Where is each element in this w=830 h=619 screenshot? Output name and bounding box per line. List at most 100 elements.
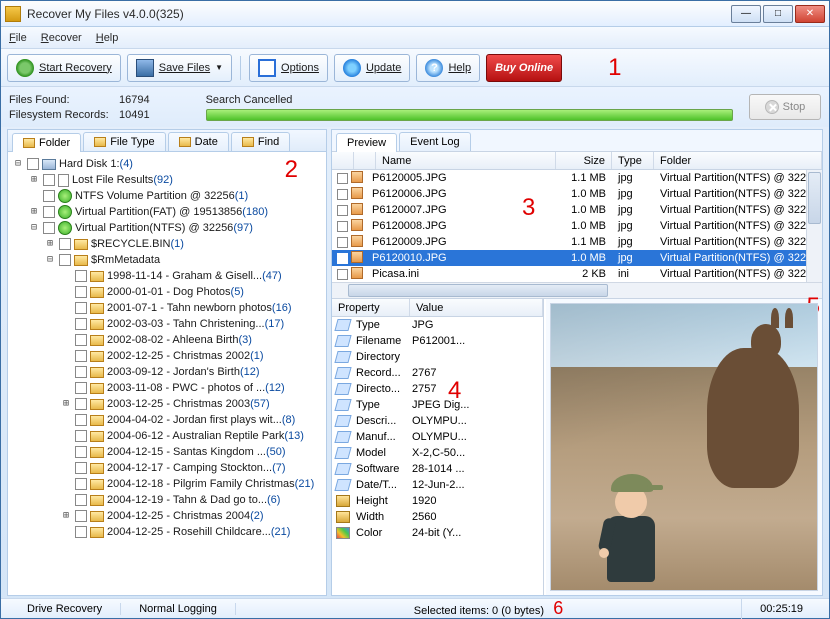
expand-toggle[interactable]: ⊟ <box>28 220 40 236</box>
col-size[interactable]: Size <box>556 152 612 169</box>
tab-file-type[interactable]: File Type <box>83 132 165 151</box>
property-row[interactable]: TypeJPG <box>332 317 543 333</box>
file-row[interactable]: P6120010.JPG1.0 MBjpgVirtual Partition(N… <box>332 250 822 266</box>
tree-row[interactable]: 2004-06-12 - Australian Reptile Park (13… <box>10 428 324 444</box>
checkbox[interactable] <box>75 286 87 298</box>
tab-event-log[interactable]: Event Log <box>399 132 471 151</box>
tree-row[interactable]: 2002-03-03 - Tahn Christening... (17) <box>10 316 324 332</box>
update-button[interactable]: Update <box>334 54 410 82</box>
horizontal-scrollbar[interactable] <box>332 282 822 298</box>
property-row[interactable]: ModelX-2,C-50... <box>332 445 543 461</box>
checkbox[interactable] <box>75 334 87 346</box>
tree-row[interactable]: 2001-07-1 - Tahn newborn photos (16) <box>10 300 324 316</box>
checkbox[interactable] <box>75 478 87 490</box>
tree-row[interactable]: 2000-01-01 - Dog Photos (5) <box>10 284 324 300</box>
buy-online-button[interactable]: Buy Online <box>486 54 562 82</box>
checkbox[interactable] <box>43 190 55 202</box>
checkbox[interactable] <box>337 237 348 248</box>
checkbox[interactable] <box>43 222 55 234</box>
checkbox[interactable] <box>337 189 348 200</box>
checkbox[interactable] <box>75 414 87 426</box>
tree-row[interactable]: ⊟Virtual Partition(NTFS) @ 32256 (97) <box>10 220 324 236</box>
tree-row[interactable]: 2004-04-02 - Jordan first plays wit... (… <box>10 412 324 428</box>
property-row[interactable]: Date/T...12-Jun-2... <box>332 477 543 493</box>
property-row[interactable]: Directo...2757 <box>332 381 543 397</box>
checkbox[interactable] <box>27 158 39 170</box>
checkbox[interactable] <box>75 446 87 458</box>
tree-row[interactable]: ⊞2003-12-25 - Christmas 2003 (57) <box>10 396 324 412</box>
scroll-thumb[interactable] <box>808 172 821 224</box>
tree-row[interactable]: ⊞$RECYCLE.BIN (1) <box>10 236 324 252</box>
tree-row[interactable]: ⊞Virtual Partition(FAT) @ 19513856 (180) <box>10 204 324 220</box>
close-button[interactable]: ✕ <box>795 5 825 23</box>
expand-toggle[interactable]: ⊞ <box>28 172 40 188</box>
expand-toggle[interactable]: ⊞ <box>60 396 72 412</box>
tab-date[interactable]: Date <box>168 132 229 151</box>
col-name[interactable]: Name <box>376 152 556 169</box>
checkbox[interactable] <box>43 174 55 186</box>
maximize-button[interactable]: □ <box>763 5 793 23</box>
scroll-thumb[interactable] <box>348 284 608 297</box>
property-row[interactable]: FilenameP612001... <box>332 333 543 349</box>
tree-row[interactable]: 2004-12-25 - Rosehill Childcare... (21) <box>10 524 324 540</box>
menu-file[interactable]: File <box>9 32 27 44</box>
checkbox[interactable] <box>75 350 87 362</box>
tree-row[interactable]: 2003-11-08 - PWC - photos of ... (12) <box>10 380 324 396</box>
property-row[interactable]: Height1920 <box>332 493 543 509</box>
tab-find[interactable]: Find <box>231 132 290 151</box>
tree-row[interactable]: ⊟Hard Disk 1: (4) <box>10 156 324 172</box>
checkbox[interactable] <box>59 254 71 266</box>
checkbox[interactable] <box>337 253 348 264</box>
property-row[interactable]: Directory <box>332 349 543 365</box>
checkbox[interactable] <box>75 494 87 506</box>
property-row[interactable]: Record...2767 <box>332 365 543 381</box>
col-property[interactable]: Property <box>332 299 410 316</box>
col-checkbox[interactable] <box>332 152 354 169</box>
vertical-scrollbar[interactable] <box>806 170 822 282</box>
tree-row[interactable]: 2002-12-25 - Christmas 2002 (1) <box>10 348 324 364</box>
checkbox[interactable] <box>43 206 55 218</box>
checkbox[interactable] <box>59 238 71 250</box>
tree-row[interactable]: 2002-08-02 - Ahleena Birth (3) <box>10 332 324 348</box>
tree-row[interactable]: 2004-12-17 - Camping Stockton... (7) <box>10 460 324 476</box>
file-row[interactable]: P6120008.JPG1.0 MBjpgVirtual Partition(N… <box>332 218 822 234</box>
stop-button[interactable]: Stop <box>749 94 821 120</box>
save-files-button[interactable]: Save Files▼ <box>127 54 232 82</box>
property-row[interactable]: Descri...OLYMPU... <box>332 413 543 429</box>
checkbox[interactable] <box>75 526 87 538</box>
tree-row[interactable]: 2004-12-15 - Santas Kingdom ... (50) <box>10 444 324 460</box>
tab-folder[interactable]: Folder <box>12 133 81 152</box>
tree-row[interactable]: 2003-09-12 - Jordan's Birth (12) <box>10 364 324 380</box>
tab-preview[interactable]: Preview <box>336 133 397 152</box>
tree-row[interactable]: ⊟$RmMetadata <box>10 252 324 268</box>
minimize-button[interactable]: — <box>731 5 761 23</box>
checkbox[interactable] <box>75 510 87 522</box>
property-row[interactable]: Manuf...OLYMPU... <box>332 429 543 445</box>
file-row[interactable]: Picasa.ini2 KBiniVirtual Partition(NTFS)… <box>332 266 822 282</box>
property-list[interactable]: 4 TypeJPGFilenameP612001...DirectoryReco… <box>332 317 543 595</box>
checkbox[interactable] <box>337 221 348 232</box>
expand-toggle[interactable]: ⊞ <box>60 508 72 524</box>
checkbox[interactable] <box>75 318 87 330</box>
file-row[interactable]: P6120005.JPG1.1 MBjpgVirtual Partition(N… <box>332 170 822 186</box>
checkbox[interactable] <box>75 430 87 442</box>
expand-toggle[interactable]: ⊞ <box>28 204 40 220</box>
start-recovery-button[interactable]: Start Recovery <box>7 54 121 82</box>
checkbox[interactable] <box>75 302 87 314</box>
options-button[interactable]: Options <box>249 54 328 82</box>
tree-row[interactable]: 2004-12-18 - Pilgrim Family Christmas (2… <box>10 476 324 492</box>
menu-help[interactable]: Help <box>96 32 119 44</box>
tree-row[interactable]: NTFS Volume Partition @ 32256 (1) <box>10 188 324 204</box>
help-button[interactable]: ?Help <box>416 54 480 82</box>
folder-tree[interactable]: 2 ⊟Hard Disk 1: (4)⊞Lost File Results (9… <box>8 152 326 595</box>
tree-row[interactable]: 2004-12-19 - Tahn & Dad go to... (6) <box>10 492 324 508</box>
col-type[interactable]: Type <box>612 152 654 169</box>
checkbox[interactable] <box>75 398 87 410</box>
expand-toggle[interactable]: ⊞ <box>44 236 56 252</box>
checkbox[interactable] <box>75 462 87 474</box>
expand-toggle[interactable]: ⊟ <box>12 156 24 172</box>
property-row[interactable]: Software28-1014 ... <box>332 461 543 477</box>
checkbox[interactable] <box>337 205 348 216</box>
checkbox[interactable] <box>75 366 87 378</box>
file-list[interactable]: 3 P6120005.JPG1.1 MBjpgVirtual Partition… <box>332 170 822 282</box>
